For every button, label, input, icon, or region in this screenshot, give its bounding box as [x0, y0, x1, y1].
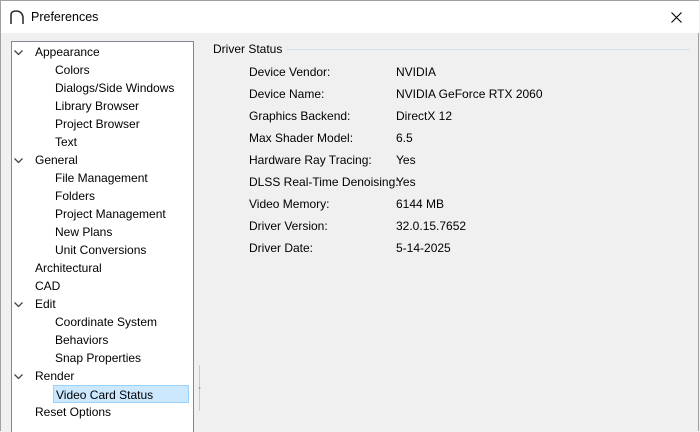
- chevron-down-icon[interactable]: [13, 155, 24, 166]
- tree-item-label: Folders: [55, 189, 96, 203]
- value-max-shader-model: 6.5: [396, 131, 413, 145]
- tree-item-file-management[interactable]: File Management: [53, 169, 150, 187]
- preferences-window: Preferences Appearance Colors Dialogs/Side…: [0, 0, 699, 432]
- tree-item-dialogs-side-windows[interactable]: Dialogs/Side Windows: [53, 79, 176, 97]
- label-graphics-backend: Graphics Backend:: [249, 109, 351, 123]
- tree-item-video-card-status[interactable]: Video Card Status: [53, 385, 189, 403]
- label-max-shader-model: Max Shader Model:: [249, 131, 354, 145]
- splitter-grip[interactable]: [198, 365, 201, 411]
- value-device-vendor: NVIDIA: [396, 65, 437, 79]
- label-device-vendor: Device Vendor:: [249, 65, 331, 79]
- preferences-tree[interactable]: Appearance Colors Dialogs/Side Windows Libr…: [11, 41, 194, 432]
- tree-item-label: Appearance: [35, 45, 100, 59]
- tree-item-reset-options[interactable]: Reset Options: [33, 403, 113, 421]
- tree-item-label: Video Card Status: [56, 388, 154, 402]
- group-title-driver-status: Driver Status: [213, 42, 283, 56]
- tree-item-cad[interactable]: CAD: [33, 277, 62, 295]
- tree-item-architectural[interactable]: Architectural: [33, 259, 104, 277]
- tree-item-appearance[interactable]: Appearance: [14, 43, 102, 61]
- tree-item-label: CAD: [35, 279, 61, 293]
- tree-item-snap-properties[interactable]: Snap Properties: [53, 349, 143, 367]
- label-video-memory: Video Memory:: [249, 197, 330, 211]
- tree-item-project-browser[interactable]: Project Browser: [53, 115, 142, 133]
- tree-item-label: Unit Conversions: [55, 243, 147, 257]
- tree-item-label: Project Browser: [55, 117, 140, 131]
- tree-item-label: Coordinate System: [55, 315, 158, 329]
- value-graphics-backend: DirectX 12: [396, 109, 453, 123]
- tree-item-label: Render: [35, 369, 75, 383]
- value-hardware-ray-tracing: Yes: [396, 153, 416, 167]
- tree-item-label: New Plans: [55, 225, 113, 239]
- value-video-memory: 6144 MB: [396, 197, 445, 211]
- close-icon: [670, 11, 682, 23]
- tree-item-label: Behaviors: [55, 333, 109, 347]
- value-driver-version: 32.0.15.7652: [396, 219, 467, 233]
- value-dlss-real-time-denoising: Yes: [396, 175, 416, 189]
- tree-item-text[interactable]: Text: [53, 133, 79, 151]
- label-hardware-ray-tracing: Hardware Ray Tracing:: [249, 153, 372, 167]
- tree-item-label: Project Management: [55, 207, 166, 221]
- tree-item-label: Colors: [55, 63, 90, 77]
- tree-item-project-management[interactable]: Project Management: [53, 205, 168, 223]
- window-title: Preferences: [31, 10, 99, 24]
- tree-item-render[interactable]: Render: [14, 367, 76, 385]
- title-bar[interactable]: Preferences: [1, 1, 699, 33]
- tree-item-general[interactable]: General: [14, 151, 80, 169]
- label-driver-version: Driver Version:: [249, 219, 328, 233]
- tree-item-label: Library Browser: [55, 99, 140, 113]
- label-driver-date: Driver Date:: [249, 241, 314, 255]
- tree-item-new-plans[interactable]: New Plans: [53, 223, 114, 241]
- tree-item-edit[interactable]: Edit: [14, 295, 58, 313]
- tree-item-label: Architectural: [35, 261, 102, 275]
- tree-item-coordinate-system[interactable]: Coordinate System: [53, 313, 159, 331]
- label-device-name: Device Name:: [249, 87, 325, 101]
- tree-item-label: Snap Properties: [55, 351, 142, 365]
- tree-item-label: Dialogs/Side Windows: [55, 81, 175, 95]
- tree-item-label: General: [35, 153, 78, 167]
- tree-item-label: Edit: [35, 297, 56, 311]
- chevron-down-icon[interactable]: [13, 371, 24, 382]
- tree-item-label: File Management: [55, 171, 148, 185]
- label-dlss-real-time-denoising: DLSS Real-Time Denoising:: [249, 175, 399, 189]
- tree-item-label: Text: [55, 135, 78, 149]
- tree-item-behaviors[interactable]: Behaviors: [53, 331, 110, 349]
- tree-item-library-browser[interactable]: Library Browser: [53, 97, 141, 115]
- chevron-down-icon[interactable]: [13, 47, 24, 58]
- value-device-name: NVIDIA GeForce RTX 2060: [396, 87, 543, 101]
- chevron-down-icon[interactable]: [13, 299, 24, 310]
- group-divider: [287, 49, 690, 50]
- tree-item-unit-conversions[interactable]: Unit Conversions: [53, 241, 148, 259]
- tree-item-colors[interactable]: Colors: [53, 61, 92, 79]
- arc-logo-icon: [10, 10, 24, 24]
- tree-item-label: Reset Options: [35, 405, 112, 419]
- value-driver-date: 5-14-2025: [396, 241, 451, 255]
- close-button[interactable]: [653, 1, 699, 33]
- tree-item-folders[interactable]: Folders: [53, 187, 97, 205]
